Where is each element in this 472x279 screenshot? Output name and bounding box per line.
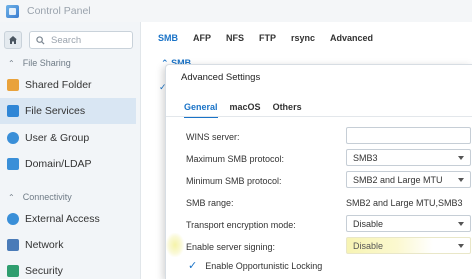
max-smb-select[interactable]: SMB3 [346, 149, 471, 166]
search-icon [36, 35, 45, 45]
wins-server-input[interactable] [346, 127, 471, 144]
user-group-icon [7, 132, 19, 144]
server-signing-select[interactable]: Disable [346, 237, 471, 254]
tab-macos[interactable]: macOS [230, 102, 261, 112]
search-placeholder: Search [51, 34, 82, 46]
sidebar-item-label: Network [25, 239, 64, 251]
section-file-sharing[interactable]: ⌃ File Sharing [8, 58, 71, 68]
shared-folder-icon [7, 79, 19, 91]
sidebar-item-label: File Services [25, 105, 86, 117]
title-bar: Control Panel [0, 0, 472, 22]
dialog-tabs: General macOS Others [184, 102, 314, 118]
sidebar-item-external-access[interactable]: External Access [0, 206, 136, 232]
service-tabs: SMB AFP NFS FTP rsync Advanced [141, 22, 472, 54]
tab-smb[interactable]: SMB [158, 33, 178, 43]
min-smb-select[interactable]: SMB2 and Large MTU [346, 171, 471, 188]
sidebar-item-security[interactable]: Security [0, 258, 136, 279]
checkmark-icon: ✓ [188, 260, 198, 272]
chevron-up-icon: ⌃ [8, 192, 15, 202]
min-smb-label: Minimum SMB protocol: [186, 176, 282, 186]
home-icon [9, 36, 17, 44]
section-label: Connectivity [22, 192, 72, 202]
external-access-icon [7, 213, 19, 225]
sidebar: Search ⌃ File Sharing Shared Folder File… [0, 22, 141, 279]
sidebar-item-domain-ldap[interactable]: Domain/LDAP [0, 151, 136, 177]
sidebar-item-label: Shared Folder [25, 79, 92, 91]
domain-ldap-icon [7, 158, 19, 170]
window-title: Control Panel [27, 5, 91, 17]
chevron-up-icon: ⌃ [8, 58, 15, 68]
control-panel-icon [6, 4, 19, 18]
sidebar-item-label: User & Group [25, 132, 90, 144]
tab-others[interactable]: Others [273, 102, 302, 112]
server-signing-value: Disable [353, 240, 384, 251]
sidebar-item-label: External Access [25, 213, 100, 225]
dialog-title: Advanced Settings [181, 72, 261, 83]
min-smb-value: SMB2 and Large MTU [353, 174, 443, 185]
sidebar-item-label: Domain/LDAP [25, 158, 92, 170]
sidebar-item-network[interactable]: Network [0, 232, 136, 258]
wins-server-label: WINS server: [186, 132, 240, 142]
highlight-glow [166, 233, 184, 257]
server-signing-label: Enable server signing: [186, 242, 276, 252]
smb-range-value: SMB2 and Large MTU,SMB3 [346, 198, 463, 208]
transport-encryption-select[interactable]: Disable [346, 215, 471, 232]
section-connectivity[interactable]: ⌃ Connectivity [8, 192, 72, 202]
opportunistic-locking-checkbox[interactable]: ✓ Enable Opportunistic Locking [188, 259, 322, 272]
network-icon [7, 239, 19, 251]
security-icon [7, 265, 19, 277]
max-smb-label: Maximum SMB protocol: [186, 154, 285, 164]
sidebar-item-label: Security [25, 265, 63, 277]
max-smb-value: SMB3 [353, 152, 378, 163]
tab-general[interactable]: General [184, 102, 218, 118]
search-input[interactable]: Search [29, 31, 133, 49]
advanced-settings-dialog: Advanced Settings General macOS Others W… [165, 64, 472, 279]
dialog-divider [166, 116, 472, 117]
home-button[interactable] [4, 31, 22, 49]
opportunistic-locking-label: Enable Opportunistic Locking [205, 260, 323, 271]
sidebar-item-file-services[interactable]: File Services [0, 98, 136, 124]
tab-advanced[interactable]: Advanced [330, 33, 373, 43]
sidebar-item-shared-folder[interactable]: Shared Folder [0, 72, 136, 98]
file-services-icon [7, 105, 19, 117]
tab-nfs[interactable]: NFS [226, 33, 244, 43]
sidebar-item-user-group[interactable]: User & Group [0, 125, 136, 151]
transport-encryption-value: Disable [353, 218, 384, 229]
smb-range-label: SMB range: [186, 198, 234, 208]
tab-rsync[interactable]: rsync [291, 33, 315, 43]
transport-encryption-label: Transport encryption mode: [186, 220, 296, 230]
tab-ftp[interactable]: FTP [259, 33, 276, 43]
tab-afp[interactable]: AFP [193, 33, 211, 43]
section-label: File Sharing [22, 58, 71, 68]
